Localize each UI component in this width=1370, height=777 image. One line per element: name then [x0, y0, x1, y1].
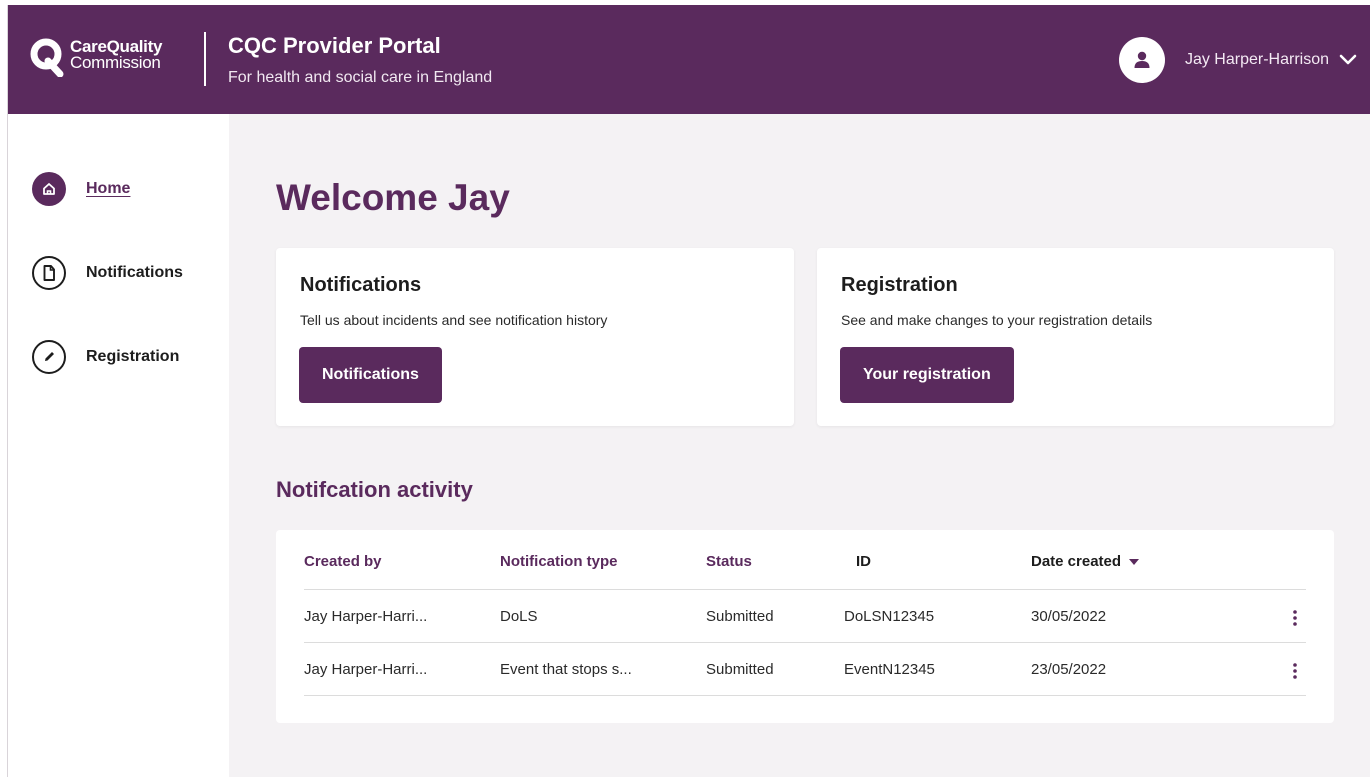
notifications-button[interactable]: Notifications: [299, 347, 442, 403]
kebab-icon: [1293, 610, 1297, 626]
column-header-created-by[interactable]: Created by: [304, 553, 382, 570]
sort-down-icon: [1129, 558, 1140, 565]
sidebar: Home Notifications Registration: [8, 114, 229, 777]
column-header-id[interactable]: ID: [856, 553, 871, 570]
cell-created-by: Jay Harper-Harri...: [304, 608, 428, 625]
document-icon: [32, 256, 66, 290]
cell-date-created: 23/05/2022: [1031, 661, 1107, 678]
card-title: Notifications: [300, 274, 422, 296]
your-registration-button[interactable]: Your registration: [840, 347, 1014, 403]
column-header-label: Date created: [1031, 553, 1122, 570]
header-divider: [204, 32, 206, 86]
column-header-notification-type[interactable]: Notification type: [500, 553, 618, 570]
cqc-logo-icon: [30, 38, 64, 77]
portal-subtitle: For health and social care in England: [228, 69, 493, 86]
section-title: Notifcation activity: [276, 477, 473, 502]
registration-card: Registration See and make changes to you…: [817, 248, 1334, 426]
cell-created-by: Jay Harper-Harri...: [304, 661, 428, 678]
sidebar-item-notifications[interactable]: Notifications: [32, 256, 183, 290]
column-header-date-created[interactable]: Date created: [1031, 553, 1140, 570]
cell-notification-type: Event that stops s...: [500, 661, 632, 678]
user-menu[interactable]: Jay Harper-Harrison: [1118, 37, 1357, 83]
page-title: Welcome Jay: [276, 177, 510, 218]
cqc-logo[interactable]: CareQuality Commission: [30, 35, 190, 85]
card-description: See and make changes to your registratio…: [841, 312, 1153, 328]
cell-id: DoLSN12345: [844, 608, 935, 625]
row-divider: [304, 695, 1306, 696]
row-actions-menu[interactable]: [1285, 659, 1305, 683]
cell-notification-type: DoLS: [500, 608, 538, 625]
card-description: Tell us about incidents and see notifica…: [300, 312, 608, 328]
sidebar-item-registration[interactable]: Registration: [32, 340, 179, 374]
activity-table: Created by Notification type Status ID D…: [276, 530, 1334, 723]
sidebar-item-home[interactable]: Home: [32, 172, 130, 206]
notifications-card: Notifications Tell us about incidents an…: [276, 248, 794, 426]
home-icon: [32, 172, 66, 206]
card-title: Registration: [841, 274, 958, 296]
chevron-down-icon: [1339, 54, 1357, 65]
cell-date-created: 30/05/2022: [1031, 608, 1107, 625]
logo-text: CareQuality Commission: [70, 38, 162, 72]
portal-title: CQC Provider Portal: [228, 33, 441, 58]
column-header-status[interactable]: Status: [706, 553, 752, 570]
logo-line-2: Commission: [70, 53, 161, 72]
sidebar-item-label: Registration: [86, 348, 180, 365]
sidebar-item-label: Notifications: [86, 264, 183, 281]
avatar: [1118, 37, 1165, 83]
kebab-icon: [1293, 663, 1297, 679]
cell-status: Submitted: [706, 608, 774, 625]
cell-status: Submitted: [706, 661, 774, 678]
user-icon: [1134, 51, 1150, 68]
sidebar-item-label: Home: [86, 180, 131, 197]
row-divider: [304, 589, 1306, 590]
app-frame: CareQuality Commission CQC Provider Port…: [7, 5, 1370, 777]
cell-id: EventN12345: [844, 661, 935, 678]
pencil-icon: [32, 340, 66, 374]
header-bar: CareQuality Commission CQC Provider Port…: [8, 5, 1370, 114]
row-divider: [304, 642, 1306, 643]
row-actions-menu[interactable]: [1285, 606, 1305, 630]
user-name: Jay Harper-Harrison: [1184, 51, 1329, 68]
